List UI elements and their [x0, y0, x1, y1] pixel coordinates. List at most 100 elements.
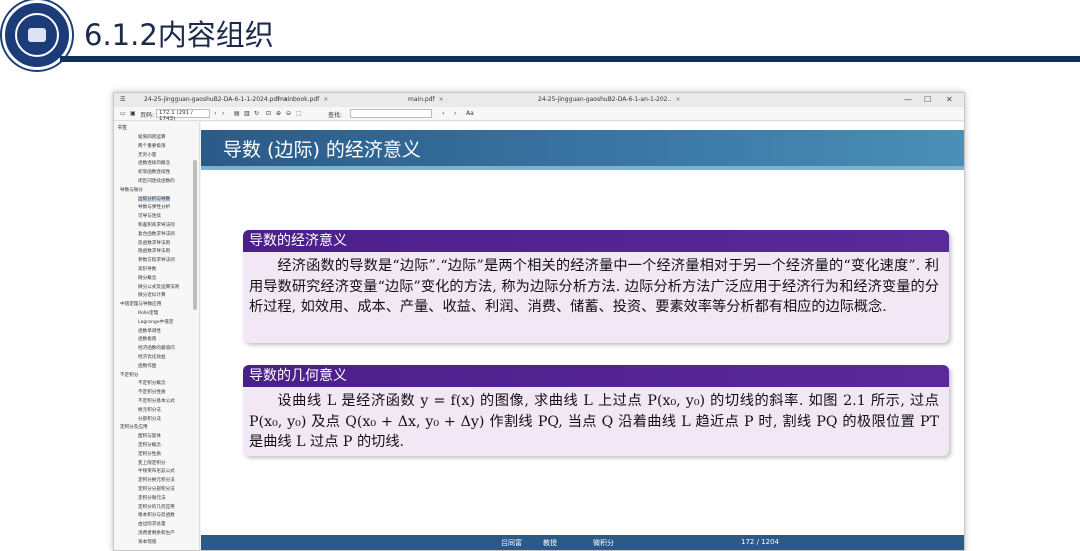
bookmark-item[interactable]: 函数连续的概念 [138, 160, 170, 166]
bookmark-item[interactable]: 反函数求导法则 [138, 240, 170, 246]
tab-pdf-2[interactable]: mainbook.pdf × [278, 96, 328, 106]
prev-page-icon[interactable]: ‹ [214, 110, 216, 117]
page-label: 页码: [140, 112, 155, 119]
bookmark-item[interactable]: 初等函数连续性 [138, 169, 170, 175]
bookmark-item[interactable]: 两个重要极限 [138, 143, 166, 149]
maximize-button[interactable]: ☐ [924, 95, 931, 104]
bookmark-item[interactable]: 函数极值 [138, 336, 156, 342]
slide-title: 6.1.2内容组织 [84, 18, 274, 52]
menu-icon[interactable]: ☰ [120, 96, 125, 106]
tab-bar: ☰ 24-25-jingguan-gaoshuB2-DA-6-1-1-2024.… [114, 93, 964, 107]
footer-page-number: 172 / 1204 [741, 538, 779, 546]
bookmark-item[interactable]: 微分近似计算 [138, 292, 166, 298]
bookmark-item[interactable]: 经济函数的最值问 [138, 345, 175, 351]
toolbar: ▭ ▣ 页码: 172.1 (291 / 1743) ‹ › ▤ ▥ ↻ ⊡ ⊕… [114, 107, 964, 122]
bookmark-item[interactable]: 复合函数求导法则 [138, 231, 175, 237]
bookmark-item[interactable]: 由边际求总量 [138, 521, 166, 527]
folder-icon[interactable]: ▭ [120, 110, 126, 117]
bookmark-item[interactable]: Lagrange中值定 [138, 319, 173, 325]
definition-block-economic: 导数的经济意义 经济函数的导数是“边际”.“边际”是两个相关的经济量中一个经济量… [243, 230, 949, 343]
bookmark-item[interactable]: 定积分概念 [138, 442, 161, 448]
bookmark-item[interactable]: 根本积分与反函数 [138, 512, 175, 518]
search-input[interactable] [350, 109, 432, 118]
single-page-icon[interactable]: ▤ [234, 110, 240, 117]
block-body: 经济函数的导数是“边际”.“边际”是两个相关的经济量中一个经济量相对于另一个经济… [243, 252, 949, 324]
bookmark-item[interactable]: 分部积分法 [138, 416, 161, 422]
bookmark-item[interactable]: 中值定理与导数应用 [120, 301, 161, 307]
sidebar-scrollbar[interactable] [193, 160, 197, 310]
bookmark-item[interactable]: 变上限定积分 [138, 460, 166, 466]
tab-label: main.pdf [408, 96, 435, 103]
bookmark-item[interactable]: 经济优化效益 [138, 354, 166, 360]
bookmark-item[interactable]: 定积分的几何应用 [138, 504, 175, 510]
bookmark-item[interactable]: 不定积分性质 [138, 389, 166, 395]
tab-label: 24-25-jingguan-gaoshuB2-DA-6-1-an-1-202.… [538, 96, 672, 103]
bookmark-item[interactable]: 定积分及应用 [120, 424, 148, 430]
tab-label: mainbook.pdf [278, 96, 320, 103]
bookmark-item[interactable]: 定积分性质 [138, 451, 161, 457]
bookmarks-sidebar: 书签 极限四则运算 两个重要极限 无穷小量函数连续的概念 初等函数连续性 闭区间连续函数… [114, 122, 200, 550]
page-footer: 吕同富 教授 微积分 172 / 1204 [201, 535, 964, 550]
search-label: 查找: [328, 112, 343, 119]
sidebar-title: 书签 [117, 125, 128, 131]
bookmark-item[interactable]: 定积分分部积分法 [138, 486, 175, 492]
pdf-page: 导数 (边际) 的经济意义 导数的经济意义 经济函数的导数是“边际”.“边际”是… [201, 122, 964, 550]
find-prev-icon[interactable]: ‹ [442, 110, 444, 117]
block-title: 导数的经济意义 [243, 230, 949, 252]
bookmark-item[interactable]: 不定积分基本公式 [138, 398, 175, 404]
bookmark-item[interactable]: 微分公式及运算法则 [138, 284, 179, 290]
bookmark-item[interactable]: 定积分微元法 [138, 495, 166, 501]
bookmark-item[interactable]: 导数与微分 [120, 187, 143, 193]
window-close-button[interactable]: ✕ [946, 95, 953, 104]
bookmark-item[interactable]: 边际分析与导数 [138, 195, 171, 202]
bookmark-item[interactable]: 无穷小量 [138, 152, 156, 158]
footer-role: 教授 [543, 539, 557, 547]
save-icon[interactable]: ▣ [130, 110, 136, 117]
bookmark-item[interactable]: 面积与旋体 [138, 433, 161, 439]
match-case-button[interactable]: Aa [466, 110, 474, 117]
zoom-out-icon[interactable]: ⊖ [286, 110, 291, 117]
continuous-icon[interactable]: ▥ [244, 110, 250, 117]
page-number-input[interactable]: 172.1 (291 / 1743) [156, 109, 210, 122]
bookmark-item[interactable]: 极限四则运算 [138, 134, 166, 140]
bookmark-item[interactable]: Rolle定理 [138, 310, 158, 316]
close-icon[interactable]: × [323, 96, 328, 103]
tab-pdf-1[interactable]: 24-25-jingguan-gaoshuB2-DA-6-1-1-2024.pd… [144, 96, 288, 106]
fit-icon[interactable]: ⊡ [266, 110, 271, 117]
bookmark-item[interactable]: 和差积商求导法则 [138, 222, 175, 228]
close-icon[interactable]: × [439, 96, 444, 103]
bookmark-item[interactable]: 隐函数求导法则 [138, 248, 170, 254]
rotate-icon[interactable]: ↻ [254, 110, 259, 117]
find-next-icon[interactable]: › [454, 110, 456, 117]
bookmark-item[interactable]: 可导与连续 [138, 213, 161, 219]
minimize-button[interactable]: — [904, 95, 912, 104]
bookmark-item[interactable]: 函数单调性 [138, 328, 161, 334]
bookmark-item[interactable]: 闭区间连续函数的 [138, 178, 175, 184]
bookmark-item[interactable]: 高阶导数 [138, 266, 156, 272]
bookmark-item[interactable]: 牛顿莱布尼兹公式 [138, 468, 175, 474]
close-icon[interactable]: × [675, 96, 680, 103]
next-page-icon[interactable]: › [222, 110, 224, 117]
zoom-in-icon[interactable]: ⊕ [276, 110, 281, 117]
block-text: 设曲线 L 是经济函数 y = f(x) 的图像, 求曲线 L 上过点 P(x₀… [249, 393, 939, 450]
tab-pdf-4[interactable]: 24-25-jingguan-gaoshuB2-DA-6-1-an-1-202.… [538, 96, 680, 106]
bookmark-item[interactable]: 导数与弹性分析 [138, 204, 170, 210]
bookmark-item[interactable]: 消费者剩余和生产 [138, 530, 175, 536]
bookmark-item[interactable]: 不定积分概念 [138, 380, 166, 386]
header-divider [60, 56, 1080, 62]
tab-label: 24-25-jingguan-gaoshuB2-DA-6-1-1-2024.pd… [144, 96, 280, 103]
footer-course: 微积分 [593, 539, 614, 547]
slide-header: 6.1.2内容组织 [0, 0, 1080, 70]
bookmark-item[interactable]: 换元积分法 [138, 407, 161, 413]
fit-width-icon[interactable]: ⬚ [296, 110, 302, 117]
bookmark-item[interactable]: 资本现值 [138, 539, 156, 545]
block-title: 导数的几何意义 [243, 365, 949, 387]
bookmark-item[interactable]: 定积分换元积分法 [138, 477, 175, 483]
definition-block-geometric: 导数的几何意义 设曲线 L 是经济函数 y = f(x) 的图像, 求曲线 L … [243, 365, 949, 456]
bookmark-item[interactable]: 参数方程求导法则 [138, 257, 175, 263]
bookmark-item[interactable]: 不定积分 [120, 372, 138, 378]
bookmark-item[interactable]: 函数作图 [138, 363, 156, 369]
block-text: 经济函数的导数是“边际”.“边际”是两个相关的经济量中一个经济量相对于另一个经济… [249, 258, 939, 315]
tab-pdf-3[interactable]: main.pdf × [408, 96, 444, 106]
bookmark-item[interactable]: 微分概念 [138, 275, 156, 281]
